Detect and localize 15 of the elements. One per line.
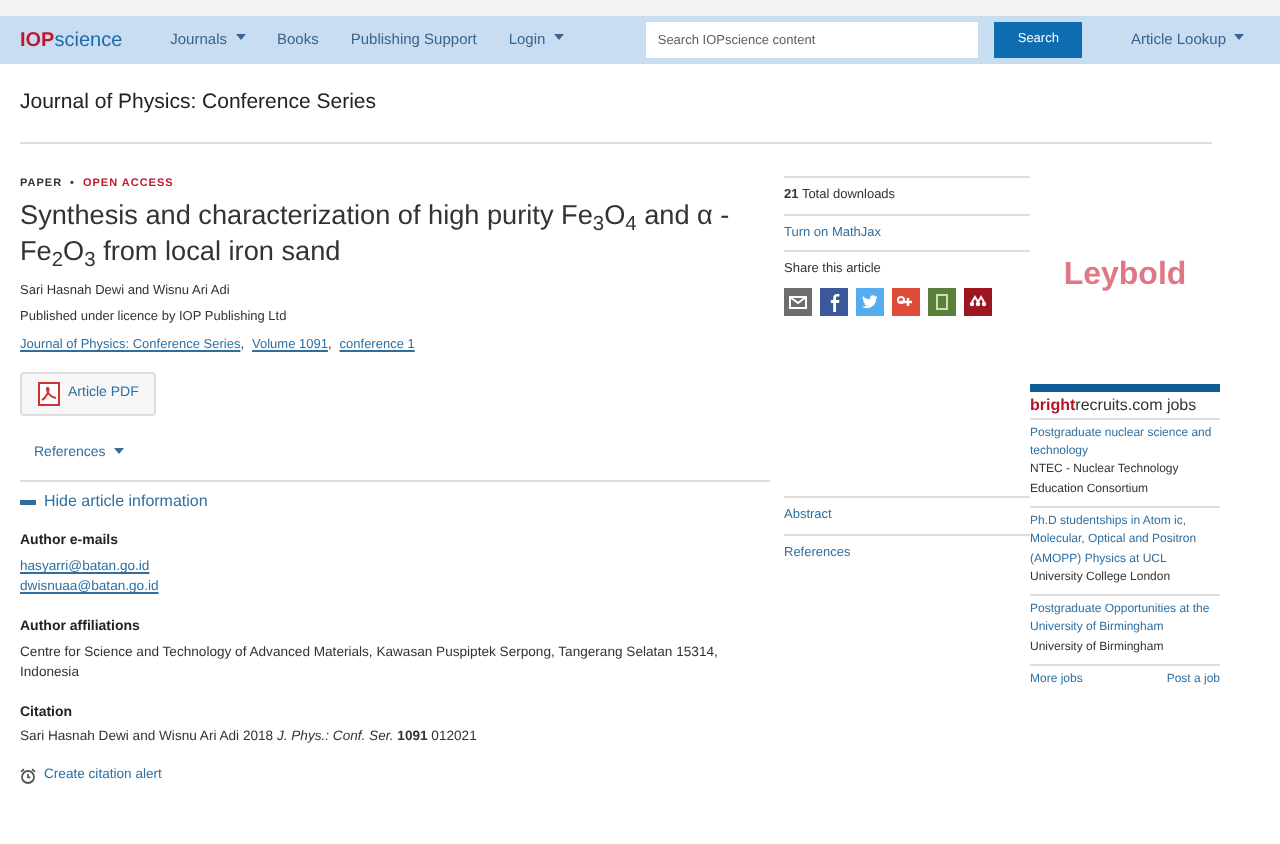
jobs-brand: brightrecruits.com jobs [1030, 395, 1197, 414]
site-logo[interactable]: IOPscience [20, 25, 123, 55]
advertisement-banner[interactable]: Leybold [1030, 195, 1220, 356]
bird-icon [858, 290, 882, 314]
email-icon [786, 290, 810, 314]
share-button[interactable] [784, 288, 812, 316]
hide-info-toggle[interactable]: Hide article information [20, 490, 208, 515]
journal-title: Journal of Physics: Conference Series [20, 88, 1212, 144]
bookmark-icon [930, 290, 954, 314]
pdf-icon [38, 381, 60, 406]
share-button[interactable] [820, 288, 848, 316]
share-button[interactable] [964, 288, 992, 316]
share-button[interactable] [892, 288, 920, 316]
article-title: Synthesis and characterization of high purity Fe$_{3}$O$_{4}$ and α - Fe$_{2}$O$_{3}$ from local iron sand [20, 198, 732, 272]
alarm-clock-icon [20, 767, 36, 784]
